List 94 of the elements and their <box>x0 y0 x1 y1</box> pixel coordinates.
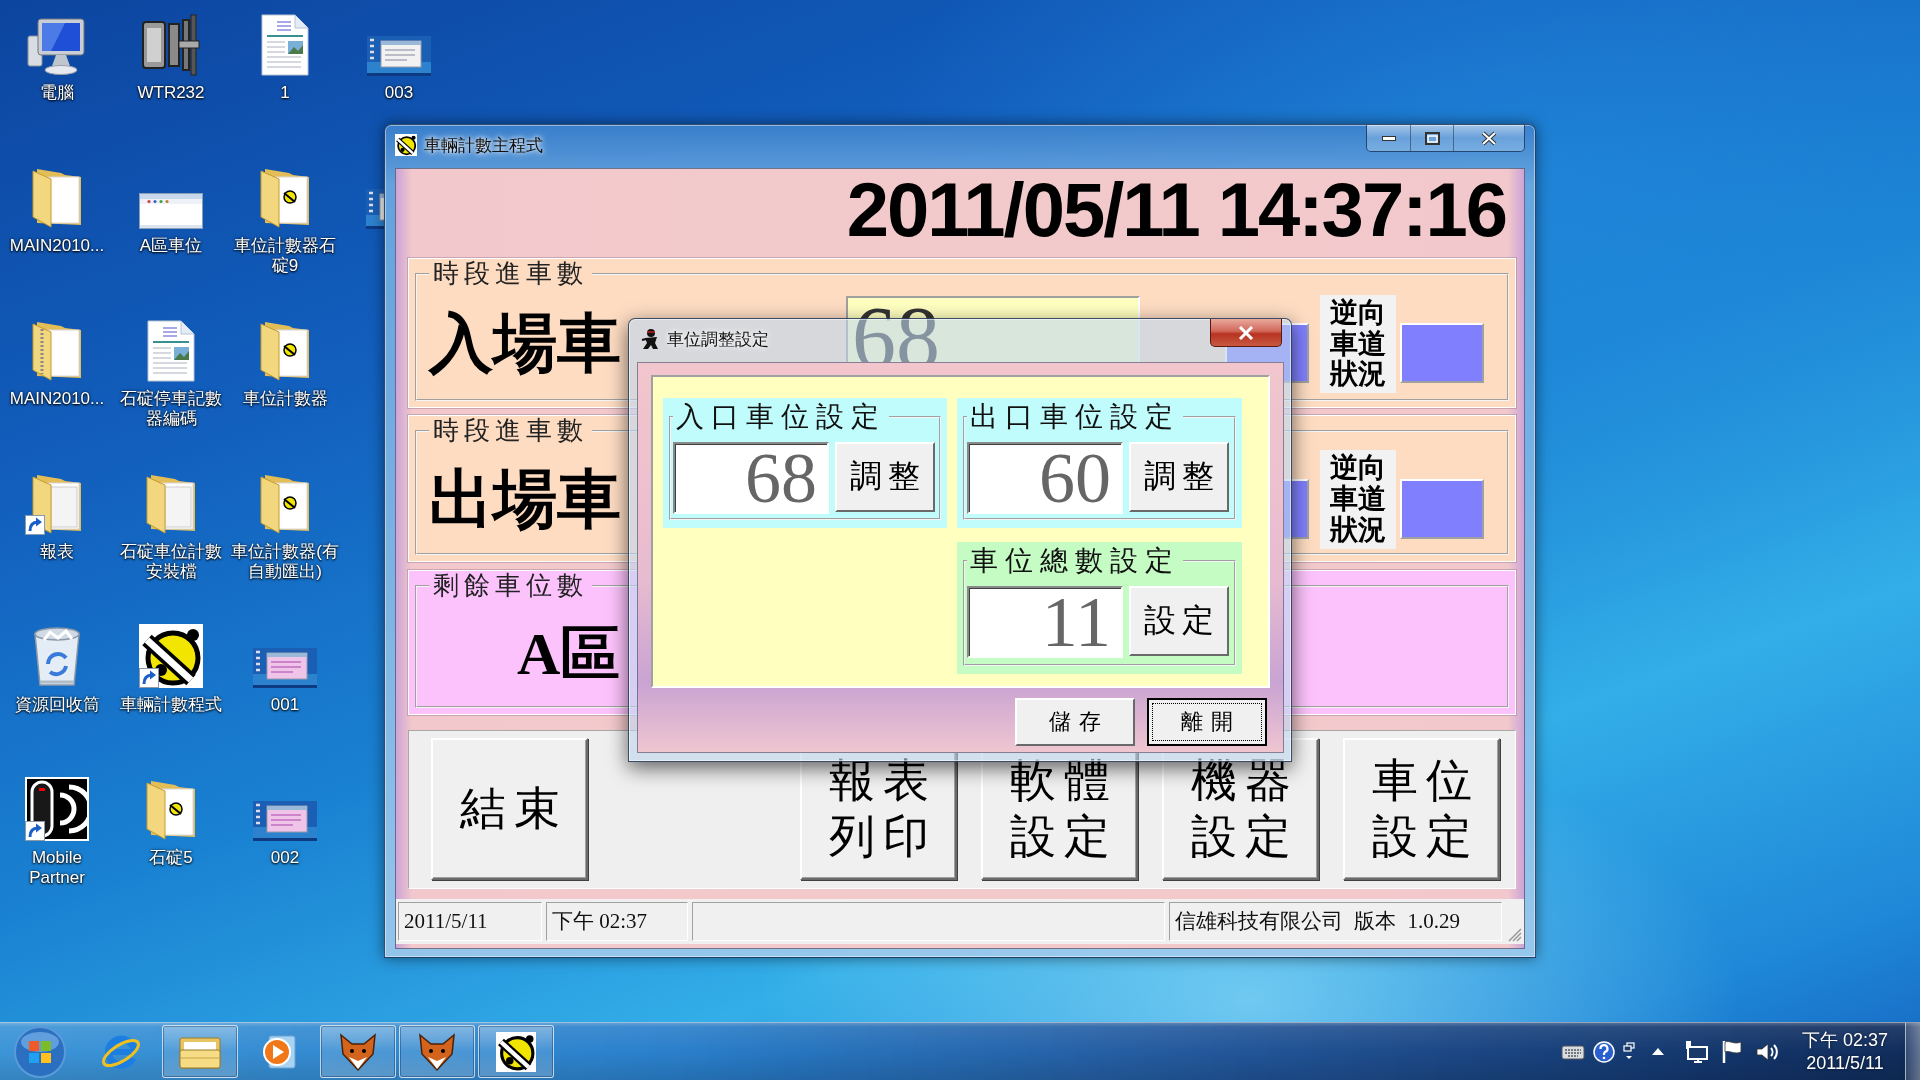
show-desktop-button[interactable] <box>1905 1023 1920 1080</box>
computer-icon <box>27 18 87 76</box>
group-legend: 剩餘車位數 <box>429 571 592 601</box>
bell-icon <box>496 1031 536 1072</box>
desktop-icon[interactable]: Mobile Partner <box>3 777 111 888</box>
lane-label: 出場車 <box>429 462 621 537</box>
close-icon <box>1481 130 1497 146</box>
fox-icon <box>417 1031 457 1072</box>
window-title: 車輛計數主程式 <box>424 135 543 157</box>
desktop-icon[interactable]: WTR232 <box>137 12 205 103</box>
exit-button[interactable]: 離開 <box>1147 698 1267 746</box>
desktop-icon[interactable]: 車輛計數程式 <box>120 624 222 715</box>
close-button[interactable] <box>1453 125 1524 151</box>
clock-display: 2011/05/11 14:37:16 <box>846 169 1506 251</box>
desktop-icon[interactable]: 電腦 <box>25 12 89 103</box>
status-info: 信雄科技有限公司 版本 1.0.29 <box>1169 902 1502 941</box>
recycle-bin-icon <box>32 626 82 688</box>
triangle-icon <box>1651 1047 1665 1056</box>
network-icon[interactable] <box>1685 1039 1709 1064</box>
dialog-title: 車位調整設定 <box>667 329 769 351</box>
lane-label: 入場車 <box>429 307 621 381</box>
maximize-button[interactable] <box>1410 125 1453 151</box>
fox-icon <box>338 1031 378 1072</box>
value-field[interactable]: 60 <box>967 442 1123 514</box>
show-hidden-icons-button[interactable] <box>1651 1047 1665 1056</box>
desktop-icon[interactable]: 車位計數器石碇9 <box>231 165 339 276</box>
save-button[interactable]: 儲存 <box>1015 698 1135 746</box>
minimize-icon <box>1381 135 1396 141</box>
desktop-icon[interactable]: 資源回收筒 <box>14 624 100 715</box>
folder-icon <box>259 473 311 535</box>
status-label: 逆向車道狀況 <box>1320 294 1396 394</box>
folder-icon <box>145 473 197 535</box>
help-icon[interactable] <box>1593 1040 1615 1063</box>
connector-icon <box>141 14 201 76</box>
taskbar-button[interactable] <box>320 1025 396 1078</box>
group-legend: 時段進車數 <box>429 416 592 446</box>
bell-icon <box>395 134 417 156</box>
desktop-icon[interactable]: 002 <box>253 777 317 868</box>
folder-icon <box>259 320 311 382</box>
area-label: A區 <box>517 619 621 689</box>
play-icon <box>261 1033 297 1070</box>
value-field[interactable]: 68 <box>673 442 829 514</box>
group-legend: 出口車位設定 <box>967 401 1183 433</box>
value-field[interactable]: 11 <box>967 586 1123 658</box>
keyboard-icon[interactable] <box>1561 1042 1585 1061</box>
taskbar-clock[interactable]: 下午 02:37 2011/5/11 <box>1793 1028 1897 1075</box>
screenshot-icon <box>367 36 431 76</box>
folder-icon <box>145 779 197 841</box>
close-icon <box>1238 325 1254 340</box>
group-legend: 入口車位設定 <box>673 401 889 433</box>
adjust-button[interactable]: 調整 <box>1129 442 1229 512</box>
desktop-icon[interactable]: MAIN2010... <box>9 318 105 409</box>
small-window-icon[interactable] <box>1623 1041 1635 1062</box>
status-date: 2011/5/11 <box>398 902 542 941</box>
dongle-icon <box>25 777 89 841</box>
desktop-icon[interactable]: 石碇停車記數器編碼 <box>117 318 225 429</box>
window-thumbnail-icon <box>139 193 203 229</box>
taskbar-button[interactable] <box>478 1025 554 1078</box>
desktop-icon[interactable]: 003 <box>367 12 431 103</box>
desktop-icon[interactable]: 001 <box>253 624 317 715</box>
desktop-icon[interactable]: 車位計數器(有自動匯出) <box>231 471 339 582</box>
resize-grip-icon <box>1508 928 1522 942</box>
zip-folder-icon <box>31 320 83 382</box>
command-button[interactable]: 結束 <box>431 738 588 880</box>
logo-icon <box>13 1024 67 1079</box>
screenshot-icon <box>253 648 317 688</box>
minimize-button[interactable] <box>1367 125 1410 151</box>
maximize-icon <box>1424 131 1440 145</box>
screenshot-icon <box>253 801 317 841</box>
command-button[interactable]: 車位設定 <box>1343 738 1500 880</box>
desktop-icon[interactable]: MAIN2010... <box>9 165 105 256</box>
desktop-icon[interactable]: 車位計數器 <box>242 318 328 409</box>
bell-icon <box>139 624 203 688</box>
screenshot-icon <box>366 189 384 229</box>
folder-icon <box>259 167 311 229</box>
status-time: 下午 02:37 <box>546 902 688 941</box>
folder-icon <box>31 167 83 229</box>
desktop-icon[interactable]: 石碇車位計數安裝檔 <box>117 471 225 582</box>
document-icon <box>261 14 309 76</box>
desktop-icon[interactable]: 報表 <box>25 471 89 562</box>
set-button[interactable]: 設定 <box>1129 586 1229 656</box>
document-icon <box>147 320 195 382</box>
desktop-icon[interactable]: 1 <box>253 12 317 103</box>
desktop-icon[interactable]: A區車位 <box>139 165 203 256</box>
adjust-button[interactable]: 調整 <box>835 442 935 512</box>
group-legend: 時段進車數 <box>429 259 592 289</box>
desktop-icon[interactable]: 石碇5 <box>139 777 203 868</box>
folder-icon <box>31 473 83 535</box>
status-label: 逆向車道狀況 <box>1320 450 1396 549</box>
group-legend: 車位總數設定 <box>967 545 1183 577</box>
flag-icon[interactable] <box>1721 1039 1743 1064</box>
command-button[interactable]: 機器設定 <box>1162 738 1319 880</box>
close-button[interactable] <box>1210 319 1282 347</box>
taskbar-button[interactable] <box>399 1025 475 1078</box>
